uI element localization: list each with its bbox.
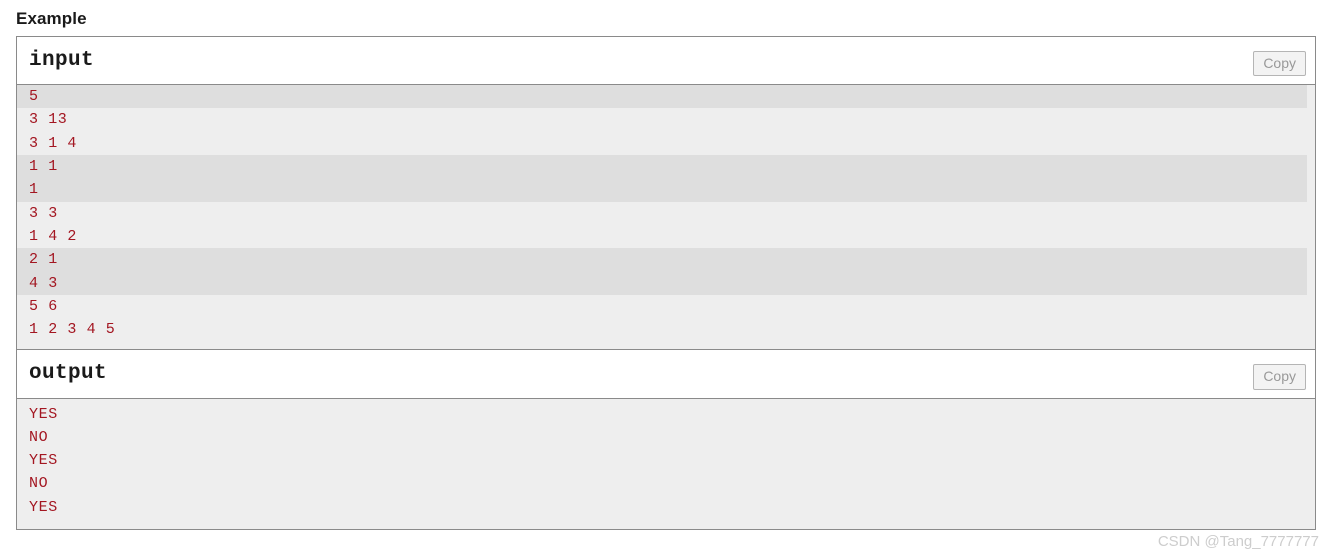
data-line: 1 (17, 178, 1307, 202)
data-line: 1 1 (17, 155, 1307, 179)
data-line: NO (17, 425, 1315, 450)
data-line: YES (17, 402, 1315, 426)
input-section-title: input (17, 37, 1315, 85)
data-line: 3 3 (17, 201, 1315, 225)
sample-test-input: input Copy 53 13 3 1 41 113 31 4 22 14 35… (17, 37, 1315, 350)
page-title: Example (16, 9, 87, 28)
copy-output-button[interactable]: Copy (1253, 364, 1306, 390)
output-data-area: YES NO YES NO YES (17, 397, 1315, 530)
data-line: 1 2 3 4 5 (17, 318, 1315, 342)
copy-input-button[interactable]: Copy (1253, 51, 1306, 77)
data-line: 1 4 2 (17, 224, 1315, 249)
output-section-title: output (17, 350, 1315, 398)
sample-test-output: output Copy YES NO YES NO YES (17, 349, 1315, 530)
input-data-area: 53 13 3 1 41 113 31 4 22 14 35 61 2 3 4 5 (17, 84, 1315, 350)
data-line: 3 13 (17, 108, 1315, 132)
data-line: 4 3 (17, 271, 1307, 295)
data-line: 3 1 4 (17, 131, 1315, 156)
data-line: YES (17, 449, 1315, 473)
data-line: NO (17, 472, 1315, 496)
data-line: 5 6 (17, 294, 1315, 319)
csdn-watermark: CSDN @Tang_7777777 (1157, 533, 1319, 550)
data-line: YES (17, 495, 1315, 520)
sample-tests-container: input Copy 53 13 3 1 41 113 31 4 22 14 35… (16, 36, 1316, 531)
data-line: 2 1 (17, 248, 1307, 272)
data-line: 5 (17, 85, 1307, 109)
